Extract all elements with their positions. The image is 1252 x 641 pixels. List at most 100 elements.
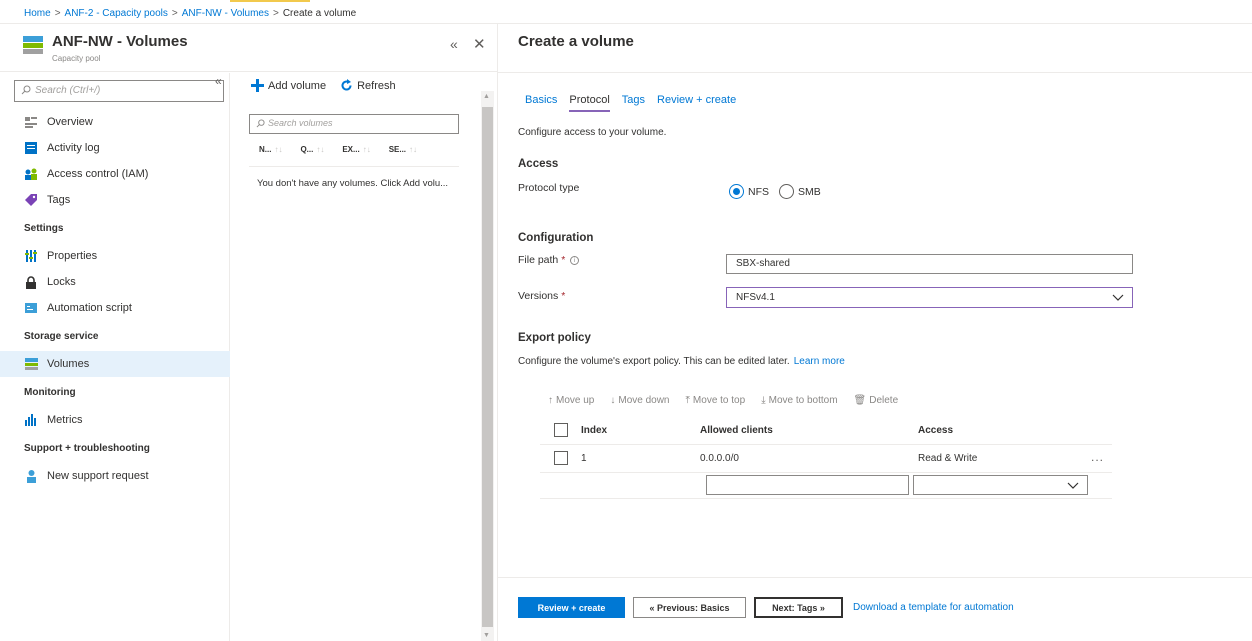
breadcrumb-volumes[interactable]: ANF-NW - Volumes: [182, 8, 269, 19]
tab-protocol[interactable]: Protocol: [569, 94, 610, 112]
tag-icon: [24, 193, 38, 207]
download-template-link[interactable]: Download a template for automation: [853, 602, 1014, 613]
arrow-up-icon: ↑: [548, 395, 553, 406]
volumes-search-input[interactable]: Search volumes: [249, 114, 459, 134]
lock-icon: [24, 275, 38, 289]
table-row[interactable]: 1 0.0.0.0/0 Read & Write ...: [540, 445, 1112, 473]
scrollbar-thumb[interactable]: [482, 107, 493, 627]
sidebar-item-properties[interactable]: Properties: [0, 243, 230, 269]
radio-smb[interactable]: [779, 184, 794, 199]
blade-footer: Review + create « Previous: Basics Next:…: [518, 597, 1014, 618]
new-access-dropdown[interactable]: [913, 475, 1088, 495]
protocol-radio-group: NFS SMB: [729, 184, 827, 199]
breadcrumb-separator: >: [171, 8, 178, 19]
tab-tags[interactable]: Tags: [622, 94, 645, 112]
move-to-top-button[interactable]: ⤒ Move to top: [686, 395, 746, 406]
sidebar-item-overview[interactable]: Overview: [0, 109, 230, 135]
refresh-button[interactable]: Refresh: [340, 79, 396, 92]
divider: [498, 72, 1252, 73]
sidebar-item-access-control[interactable]: Access control (IAM): [0, 161, 230, 187]
sidebar-collapse-icon[interactable]: «: [215, 74, 222, 88]
next-button[interactable]: Next: Tags »: [754, 597, 843, 618]
breadcrumb-separator: >: [272, 8, 279, 19]
rule-allowed-clients: 0.0.0.0/0: [700, 453, 739, 464]
column-header[interactable]: Q... ↑↓: [300, 145, 324, 154]
protocol-type-label: Protocol type: [518, 182, 580, 194]
move-to-bottom-button[interactable]: ⤓ Move to bottom: [761, 395, 837, 406]
support-icon: [24, 469, 38, 483]
versions-dropdown[interactable]: NFSv4.1: [726, 287, 1133, 308]
radio-nfs[interactable]: [729, 184, 744, 199]
close-icon[interactable]: ✕: [473, 35, 486, 53]
breadcrumb: Home > ANF-2 - Capacity pools > ANF-NW - Vol…: [0, 0, 1252, 24]
overview-icon: [24, 115, 38, 129]
volumes-pane: Add volume Refresh Search volumes N... ↑↓…: [231, 73, 497, 641]
plus-icon: [251, 79, 264, 92]
sidebar-item-label: Automation script: [47, 302, 132, 314]
sidebar-item-label: Tags: [47, 194, 71, 206]
rule-index: 1: [581, 453, 587, 464]
sidebar-item-tags[interactable]: Tags: [0, 187, 230, 213]
file-path-input[interactable]: SBX-shared: [726, 254, 1133, 274]
info-icon[interactable]: i: [570, 256, 580, 265]
new-rule-row: [540, 473, 1112, 499]
trash-icon: 🗑: [853, 395, 867, 406]
sidebar-section-storage-service: Storage service: [24, 330, 99, 342]
volumes-icon: [24, 357, 38, 371]
automation-icon: [24, 301, 38, 315]
divider: [249, 166, 459, 167]
versions-selected-value: NFSv4.1: [736, 292, 775, 303]
tab-bar: Basics Protocol Tags Review + create: [525, 94, 736, 112]
scroll-up-icon[interactable]: ▲: [483, 93, 490, 100]
sidebar-item-label: Volumes: [47, 358, 90, 370]
new-allowed-clients-input[interactable]: [706, 475, 909, 495]
sidebar-item-label: Activity log: [47, 142, 100, 154]
file-path-label: File path * i: [518, 254, 580, 266]
resource-title: ANF-NW - Volumes: [52, 33, 188, 50]
delete-button[interactable]: 🗑 Delete: [854, 395, 899, 406]
sidebar-item-new-support-request[interactable]: New support request: [0, 463, 230, 489]
volumes-scrollbar[interactable]: ▲ ▼: [481, 91, 494, 641]
move-down-button[interactable]: ↓ Move down: [610, 395, 669, 406]
add-volume-button[interactable]: Add volume: [251, 79, 326, 92]
more-options-icon[interactable]: ...: [1091, 450, 1104, 464]
move-up-button[interactable]: ↑ Move up: [548, 395, 594, 406]
learn-more-link[interactable]: Learn more: [794, 356, 845, 367]
radio-smb-label: SMB: [798, 185, 821, 198]
row-checkbox[interactable]: [554, 451, 568, 465]
volumes-column-headers: N... ↑↓ Q... ↑↓ EX... ↑↓ SE... ↑↓: [259, 145, 417, 154]
sidebar-item-label: Locks: [47, 276, 76, 288]
column-header[interactable]: SE... ↑↓: [389, 145, 417, 154]
column-header-access: Access: [918, 425, 954, 436]
review-create-button[interactable]: Review + create: [518, 597, 625, 618]
sidebar-item-automation-script[interactable]: Automation script: [0, 295, 230, 321]
properties-icon: [24, 249, 38, 263]
sidebar-search-input[interactable]: Search (Ctrl+/): [14, 80, 224, 102]
collapse-pane-icon[interactable]: «: [450, 36, 458, 52]
breadcrumb-home[interactable]: Home: [24, 8, 51, 19]
sidebar-item-label: Access control (IAM): [47, 168, 149, 180]
tab-review-create[interactable]: Review + create: [657, 94, 736, 112]
previous-button[interactable]: « Previous: Basics: [633, 597, 746, 618]
volumes-empty-message: You don't have any volumes. Click Add vo…: [257, 178, 449, 189]
select-all-checkbox[interactable]: [554, 423, 568, 437]
sidebar-item-metrics[interactable]: Metrics: [0, 407, 230, 433]
pane-divider: [497, 24, 498, 641]
export-policy-table: Index Allowed clients Access 1 0.0.0.0/0…: [540, 417, 1112, 499]
tab-basics[interactable]: Basics: [525, 94, 557, 112]
sidebar-item-volumes[interactable]: Volumes: [0, 351, 230, 377]
breadcrumb-capacity-pools[interactable]: ANF-2 - Capacity pools: [65, 8, 168, 19]
sidebar-item-activity-log[interactable]: Activity log: [0, 135, 230, 161]
refresh-label: Refresh: [357, 79, 396, 92]
column-header-allowed-clients: Allowed clients: [700, 425, 773, 436]
column-header[interactable]: N... ↑↓: [259, 145, 282, 154]
sidebar-item-label: Overview: [47, 116, 93, 128]
column-header[interactable]: EX... ↑↓: [342, 145, 370, 154]
sidebar-item-locks[interactable]: Locks: [0, 269, 230, 295]
sidebar-section-settings: Settings: [24, 222, 64, 234]
export-policy-heading: Export policy: [518, 332, 591, 344]
add-volume-label: Add volume: [268, 79, 327, 92]
sidebar-section-support: Support + troubleshooting: [24, 442, 150, 454]
scroll-down-icon[interactable]: ▼: [483, 632, 490, 639]
required-marker: *: [561, 290, 566, 302]
